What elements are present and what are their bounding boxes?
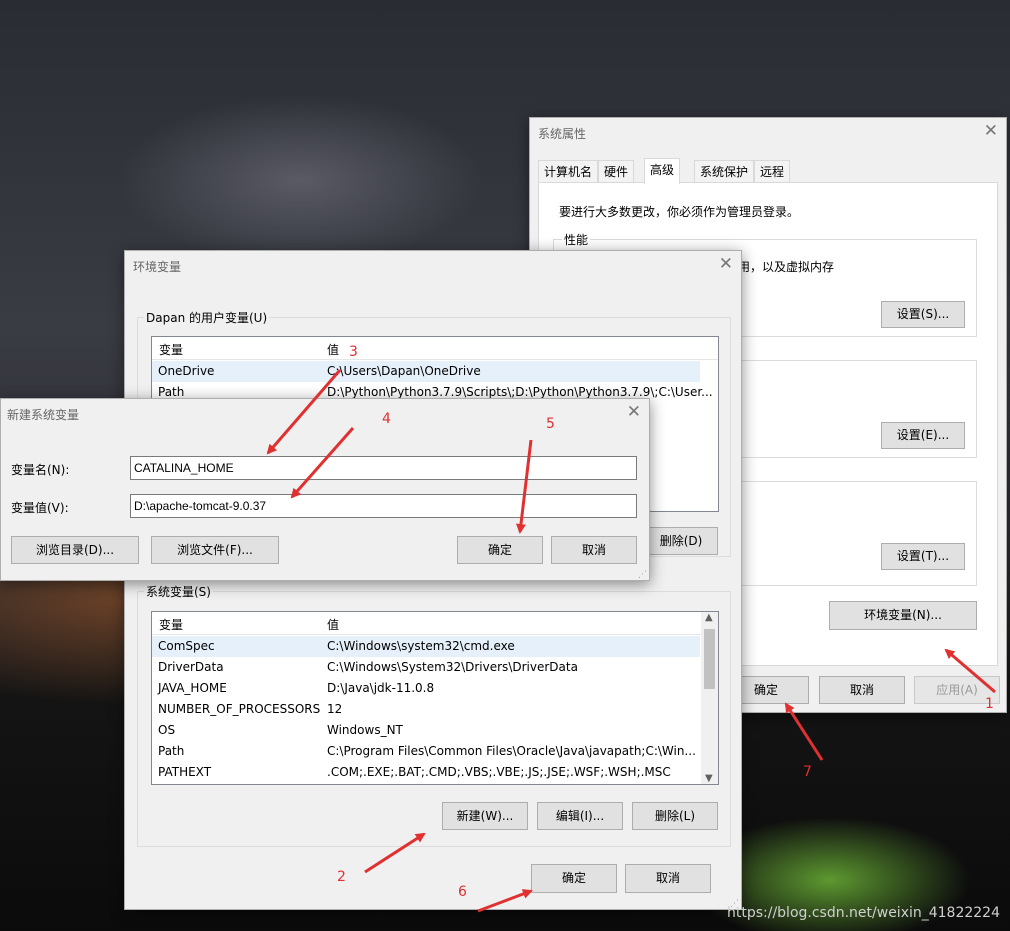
window-title: 新建系统变量 [7, 408, 80, 422]
edit-variable-button[interactable]: 编辑(I)... [537, 802, 623, 830]
variable-value-label: 变量值(V): [11, 501, 69, 515]
user-delete-button[interactable]: 删除(D) [644, 527, 718, 555]
annotation-number: 3 [349, 344, 358, 360]
annotation-number: 4 [382, 411, 391, 427]
column-header-variable[interactable]: 变量 [159, 341, 183, 358]
system-variables-label: 系统变量(S) [144, 583, 213, 600]
variable-value: D:\Java\jdk-11.0.8 [327, 681, 435, 695]
variable-name-label: 变量名(N): [11, 463, 70, 477]
tab-hardware[interactable]: 硬件 [598, 160, 635, 183]
variable-value: C:\Windows\system32\cmd.exe [327, 639, 515, 653]
user-variables-label: Dapan 的用户变量(U) [144, 309, 270, 326]
user-profiles-settings-button[interactable]: 设置(E)... [881, 422, 965, 449]
performance-description: 用，以及虚拟内存 [738, 260, 835, 274]
newvar-ok-button[interactable]: 确定 [457, 536, 543, 564]
tab-computer-name[interactable]: 计算机名 [538, 160, 599, 183]
tab-remote[interactable]: 远程 [754, 160, 791, 183]
variable-name: ComSpec [158, 639, 215, 653]
startup-settings-button[interactable]: 设置(T)... [881, 543, 965, 570]
window-title: 环境变量 [133, 260, 182, 274]
new-variable-button[interactable]: 新建(W)... [442, 802, 528, 830]
variable-name: OS [158, 723, 176, 737]
variable-name: OneDrive [158, 364, 215, 378]
system-variables-group: 系统变量(S) 变量 值 ComSpec C:\Windows\system32\… [137, 583, 731, 847]
scroll-up-icon[interactable]: ▲ [705, 612, 713, 623]
window-title: 系统属性 [538, 127, 587, 141]
variable-value: 12 [327, 702, 343, 716]
table-row[interactable]: ComSpec C:\Windows\system32\cmd.exe [152, 636, 700, 657]
watermark: https://blog.csdn.net/weixin_41822224 [726, 905, 1000, 921]
table-row[interactable]: OneDrive C:\Users\Dapan\OneDrive [152, 361, 700, 382]
variable-value: C:\Users\Dapan\OneDrive [327, 364, 481, 378]
list-header: 变量 值 [152, 612, 718, 635]
tab-strip: 计算机名 硬件 高级 系统保护 远程 [538, 158, 998, 184]
scroll-down-icon[interactable]: ▼ [705, 773, 713, 784]
close-icon[interactable]: ✕ [719, 254, 733, 274]
browse-file-button[interactable]: 浏览文件(F)... [151, 536, 279, 564]
variable-name: PATHEXT [158, 765, 212, 779]
table-row[interactable]: Path C:\Program Files\Common Files\Oracle… [152, 741, 700, 762]
variable-value: Windows_NT [327, 723, 403, 737]
table-row[interactable]: PATHEXT .COM;.EXE;.BAT;.CMD;.VBS;.VBE;.JS… [152, 762, 700, 783]
close-icon[interactable]: ✕ [627, 402, 641, 422]
list-header: 变量 值 [152, 337, 718, 360]
tab-advanced[interactable]: 高级 [644, 158, 681, 184]
resize-grip-icon[interactable]: ⋰ [638, 570, 647, 580]
performance-label: 性能 [562, 231, 591, 248]
newvar-cancel-button[interactable]: 取消 [551, 536, 637, 564]
system-variables-list[interactable]: 变量 值 ComSpec C:\Windows\system32\cmd.exe … [151, 611, 719, 785]
close-icon[interactable]: ✕ [984, 121, 998, 141]
envvars-ok-button[interactable]: 确定 [531, 864, 617, 893]
performance-settings-button[interactable]: 设置(S)... [881, 301, 965, 328]
variable-name: NUMBER_OF_PROCESSORS [158, 702, 321, 716]
variable-name: JAVA_HOME [158, 681, 227, 695]
variable-name: Path [158, 744, 185, 758]
table-row[interactable]: OS Windows_NT [152, 720, 700, 741]
column-header-value[interactable]: 值 [327, 616, 339, 633]
table-row[interactable]: JAVA_HOME D:\Java\jdk-11.0.8 [152, 678, 700, 699]
variable-value: C:\Program Files\Common Files\Oracle\Jav… [327, 744, 696, 758]
annotation-number: 5 [546, 416, 555, 432]
column-header-value[interactable]: 值 [327, 341, 339, 358]
variable-name-input[interactable] [130, 456, 637, 480]
scrollbar-thumb[interactable] [704, 629, 715, 689]
variable-value-input[interactable] [130, 494, 637, 518]
annotation-number: 2 [337, 869, 346, 885]
column-header-variable[interactable]: 变量 [159, 616, 183, 633]
annotation-number: 1 [985, 696, 994, 712]
annotation-number: 7 [803, 764, 812, 780]
variable-name: DriverData [158, 660, 224, 674]
admin-notice: 要进行大多数更改，你必须作为管理员登录。 [559, 205, 800, 219]
table-row[interactable]: NUMBER_OF_PROCESSORS 12 [152, 699, 700, 720]
annotation-number: 6 [458, 884, 467, 900]
variable-value: C:\Windows\System32\Drivers\DriverData [327, 660, 578, 674]
table-row[interactable]: DriverData C:\Windows\System32\Drivers\Dr… [152, 657, 700, 678]
tab-system-protection[interactable]: 系统保护 [694, 160, 755, 183]
scrollbar[interactable]: ▲ ▼ [701, 612, 718, 784]
variable-value: .COM;.EXE;.BAT;.CMD;.VBS;.VBE;.JS;.JSE;.… [327, 765, 671, 779]
envvars-cancel-button[interactable]: 取消 [625, 864, 711, 893]
environment-variables-button[interactable]: 环境变量(N)... [829, 601, 977, 630]
delete-variable-button[interactable]: 删除(L) [632, 802, 718, 830]
browse-directory-button[interactable]: 浏览目录(D)... [11, 536, 139, 564]
sysprops-cancel-button[interactable]: 取消 [819, 676, 905, 704]
